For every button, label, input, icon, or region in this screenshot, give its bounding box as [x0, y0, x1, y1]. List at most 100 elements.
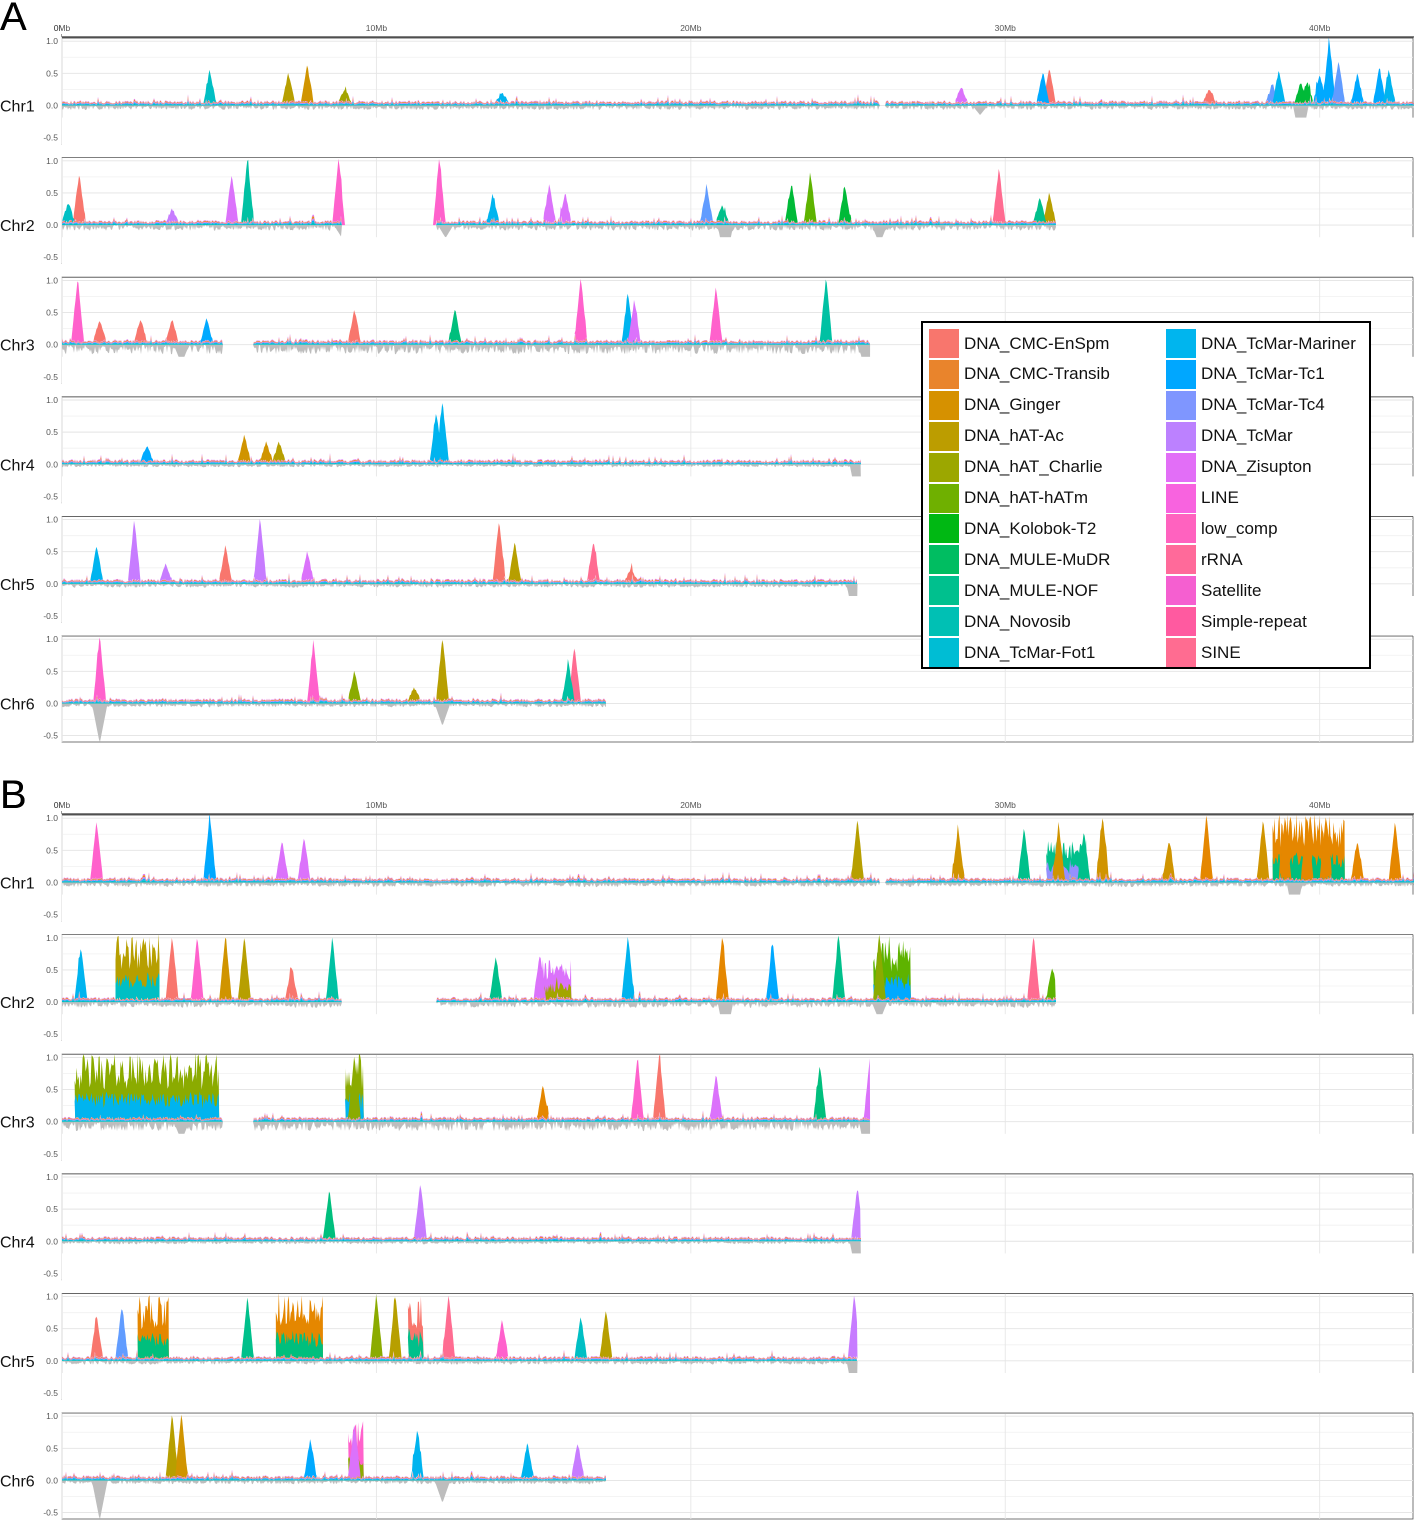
legend-swatch [1166, 607, 1196, 637]
legend-item: DNA_hAT-hATm [929, 483, 1088, 514]
chromosome-label: Chr2 [0, 218, 35, 235]
legend-item: DNA_Kolobok-T2 [929, 513, 1096, 544]
legend-item: DNA_TcMar [1166, 421, 1293, 452]
legend-swatch [1166, 329, 1196, 358]
panel-letter: B [0, 773, 27, 817]
y-tick-label: 0.0 [46, 579, 58, 589]
legend-item: DNA_hAT-Ac [929, 421, 1064, 452]
legend-swatch [1166, 638, 1196, 667]
chromosome-label: Chr4 [0, 1234, 35, 1251]
y-tick-label: -0.5 [43, 731, 58, 741]
y-tick-label: 0.5 [46, 188, 58, 198]
legend-label: DNA_hAT-hATm [964, 488, 1089, 507]
y-tick-label: -0.5 [43, 611, 58, 621]
legend-swatch [1166, 514, 1196, 544]
chromosome-label: Chr3 [0, 1115, 35, 1132]
top-mask [62, 775, 1414, 815]
legend-swatch [1166, 545, 1196, 575]
legend-swatch [929, 390, 959, 420]
top-mask [62, 1014, 1414, 1055]
legend-label: DNA_hAT-Ac [964, 426, 1064, 446]
chromosome-label: Chr5 [0, 1354, 35, 1371]
y-tick-label: -0.5 [43, 910, 58, 920]
legend-label: DNA_MULE-MuDR [964, 549, 1111, 569]
legend-label: DNA_hAT_Charlie [964, 457, 1103, 477]
chromosome-label: Chr6 [0, 696, 35, 713]
legend-item: DNA_CMC-EnSpm [929, 328, 1109, 359]
legend-label: SINE [1201, 642, 1241, 662]
legend-swatch [1166, 483, 1196, 513]
top-mask [62, 1373, 1414, 1413]
y-tick-label: 0.0 [46, 1356, 58, 1366]
legend-item: Simple-repeat [1166, 606, 1307, 637]
panel-letter: A [0, 0, 27, 39]
legend-item: rRNA [1166, 544, 1243, 575]
y-tick-label: -0.5 [43, 1388, 58, 1398]
legend-swatch [1166, 576, 1196, 606]
y-tick-label: 1.0 [46, 933, 58, 943]
y-tick-label: 0.5 [46, 68, 58, 78]
legend-label: LINE [1201, 488, 1239, 507]
y-tick-label: 0.0 [46, 1117, 58, 1127]
y-tick-label: -0.5 [43, 133, 58, 143]
x-tick-label: 20Mb [680, 23, 702, 33]
x-tick-label: 40Mb [1309, 800, 1331, 810]
y-tick-label: 1.0 [46, 36, 58, 46]
legend-item: LINE [1166, 483, 1239, 514]
legend-swatch [929, 452, 959, 482]
y-tick-label: 0.5 [46, 965, 58, 975]
legend-swatch [929, 607, 959, 637]
legend-label: DNA_TcMar-Tc1 [1201, 364, 1325, 384]
legend-label: DNA_TcMar-Fot1 [964, 642, 1096, 662]
chromosome-label: Chr2 [0, 995, 35, 1012]
y-tick-label: 0.5 [46, 1443, 58, 1453]
y-tick-label: -0.5 [43, 1029, 58, 1039]
x-tick-label: 30Mb [995, 800, 1017, 810]
y-tick-label: 1.0 [46, 275, 58, 285]
y-tick-label: 0.5 [46, 666, 58, 676]
legend-item: DNA_CMC-Transib [929, 359, 1110, 390]
legend-swatch [1166, 452, 1196, 482]
top-mask [62, 894, 1414, 935]
legend-swatch [929, 359, 959, 389]
legend-item: DNA_Novosib [929, 606, 1071, 637]
y-tick-label: 0.0 [46, 459, 58, 469]
y-tick-label: 0.5 [46, 308, 58, 318]
y-tick-label: 0.0 [46, 1236, 58, 1246]
chromosome-label: Chr4 [0, 457, 35, 474]
y-tick-label: 0.5 [46, 1085, 58, 1095]
y-tick-label: -0.5 [43, 372, 58, 382]
legend-swatch [1166, 421, 1196, 451]
legend-label: DNA_Kolobok-T2 [964, 518, 1097, 538]
panel-b: B 0Mb 10Mb 20Mb 30Mb 40Mb 1.0 0.5 0.0 -0.5 Chr1 1.0… [0, 773, 1414, 1520]
legend-swatch [929, 514, 959, 544]
y-tick-label: 0.5 [46, 427, 58, 437]
top-mask [62, 117, 1414, 158]
legend-swatch [929, 545, 959, 575]
x-tick-label: 20Mb [680, 800, 702, 810]
legend-label: DNA_Zisupton [1201, 457, 1312, 477]
y-tick-label: 0.5 [46, 547, 58, 557]
y-tick-label: 1.0 [46, 395, 58, 405]
legend-label: DNA_TcMar [1201, 426, 1293, 446]
legend-label: DNA_TcMar-Mariner [1201, 333, 1356, 353]
y-tick-label: -0.5 [43, 491, 58, 501]
y-tick-label: 0.0 [46, 997, 58, 1007]
y-tick-label: -0.5 [43, 252, 58, 262]
top-mask [62, 1133, 1414, 1174]
x-tick-label: 0Mb [54, 800, 71, 810]
figure: A 0Mb 10Mb 20Mb 30Mb 40Mb 1.0 0.5 0.0 -0.5 Chr1 1.0… [0, 0, 1414, 1525]
y-tick-label: 0.0 [46, 100, 58, 110]
legend-item: DNA_hAT_Charlie [929, 452, 1103, 483]
legend-label: DNA_TcMar-Tc4 [1201, 395, 1325, 415]
x-tick-label: 10Mb [366, 23, 388, 33]
legend-item: DNA_TcMar-Mariner [1166, 328, 1356, 359]
x-tick-label: 0Mb [54, 23, 71, 33]
legend-item: Satellite [1166, 575, 1261, 606]
y-tick-label: 1.0 [46, 1411, 58, 1421]
facet-chr6: 1.0 0.5 0.0 -0.5 Chr6 [0, 1373, 1414, 1520]
legend-label: rRNA [1201, 549, 1243, 569]
top-mask [62, 237, 1414, 278]
legend-label: Satellite [1201, 580, 1262, 600]
legend-swatch [929, 638, 959, 667]
